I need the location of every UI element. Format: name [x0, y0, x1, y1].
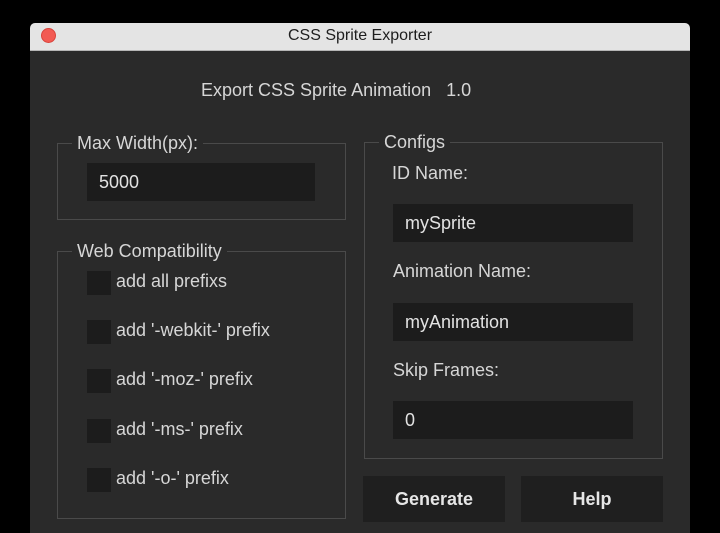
web-compatibility-label: Web Compatibility [72, 240, 227, 262]
animation-name-label: Animation Name: [393, 261, 532, 281]
title-bar[interactable]: CSS Sprite Exporter [30, 23, 690, 51]
ms-prefix-checkbox[interactable] [87, 419, 111, 443]
ms-prefix-label[interactable]: add '-ms-' prefix [116, 419, 243, 440]
skip-frames-input[interactable]: 0 [393, 401, 633, 439]
all-prefixes-checkbox[interactable] [87, 271, 111, 295]
max-width-input[interactable]: 5000 [87, 163, 315, 201]
exporter-window: CSS Sprite Exporter Export CSS Sprite An… [30, 23, 690, 533]
o-prefix-label[interactable]: add '-o-' prefix [116, 468, 229, 489]
window-title: CSS Sprite Exporter [287, 27, 433, 44]
moz-prefix-label[interactable]: add '-moz-' prefix [116, 369, 253, 390]
id-name-label: ID Name: [392, 163, 469, 183]
generate-button[interactable]: Generate [363, 476, 505, 522]
webkit-prefix-checkbox[interactable] [87, 320, 111, 344]
max-width-label: Max Width(px): [72, 132, 204, 154]
skip-frames-label: Skip Frames: [393, 360, 500, 380]
all-prefixes-label[interactable]: add all prefixs [116, 271, 227, 292]
webkit-prefix-label[interactable]: add '-webkit-' prefix [116, 320, 270, 341]
o-prefix-checkbox[interactable] [87, 468, 111, 492]
animation-name-input[interactable]: myAnimation [393, 303, 633, 341]
configs-label: Configs [379, 131, 451, 153]
id-name-input[interactable]: mySprite [393, 204, 633, 242]
help-button[interactable]: Help [521, 476, 663, 522]
header-text: Export CSS Sprite Animation 1.0 [201, 80, 472, 100]
moz-prefix-checkbox[interactable] [87, 369, 111, 393]
